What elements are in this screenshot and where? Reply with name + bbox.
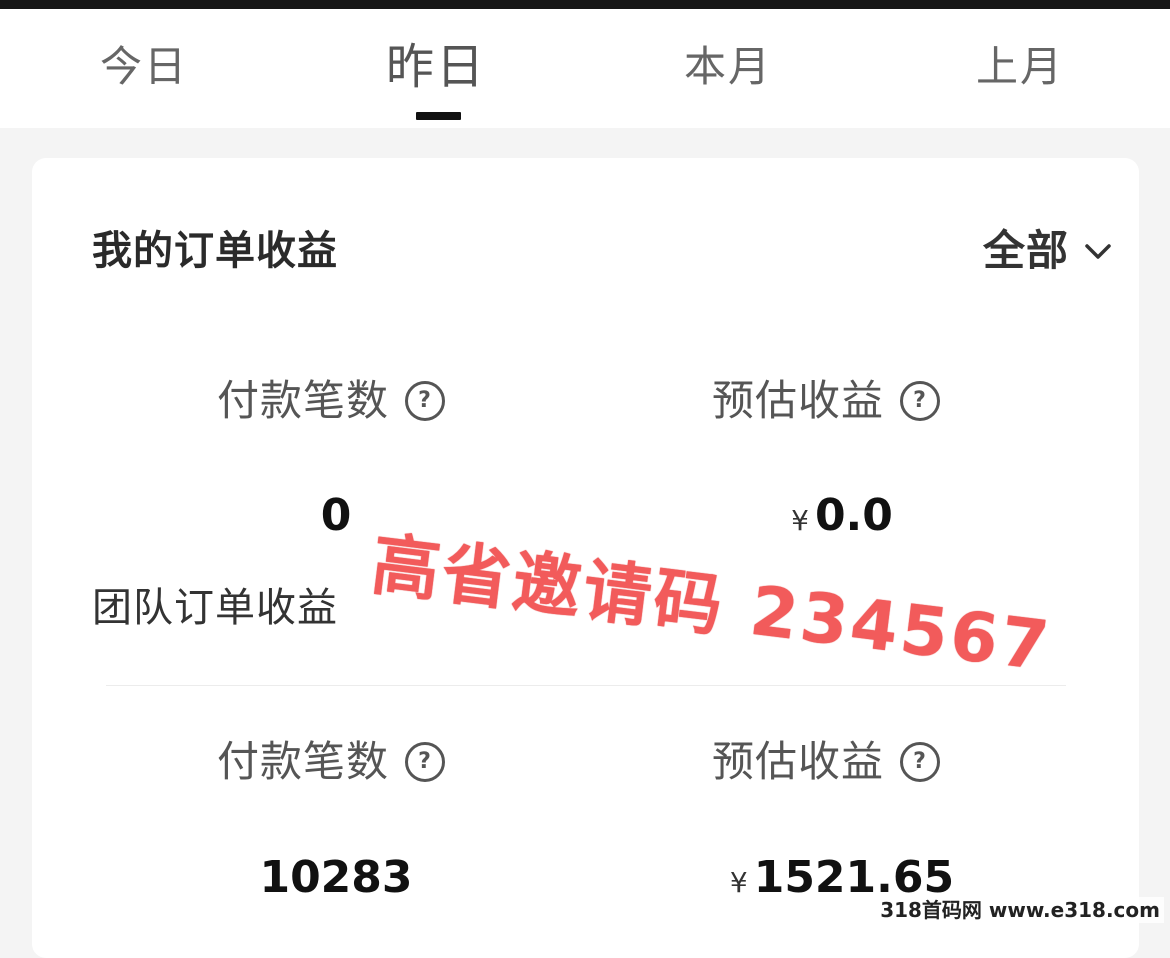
my-orders-title: 我的订单收益 <box>92 228 338 274</box>
period-tabs: 今日 昨日 本月 上月 <box>0 9 1170 128</box>
tab-last-month[interactable]: 上月 <box>920 39 1120 95</box>
my-paid-count-label: 付款笔数 ? <box>217 373 446 429</box>
team-paid-count-value: 10283 <box>259 852 413 903</box>
my-estimated-income-label: 预估收益 ? <box>712 373 941 429</box>
question-circle-icon[interactable]: ? <box>900 742 941 782</box>
chevron-down-icon <box>1085 244 1111 259</box>
tab-yesterday[interactable]: 昨日 <box>336 39 536 95</box>
question-circle-icon[interactable]: ? <box>405 742 446 782</box>
active-tab-indicator <box>416 112 461 120</box>
section-divider <box>106 685 1066 686</box>
question-circle-icon[interactable]: ? <box>405 381 446 421</box>
team-orders-title: 团队订单收益 <box>92 585 338 631</box>
currency-symbol: ¥ <box>791 504 809 537</box>
order-filter-dropdown[interactable]: 全部 <box>983 224 1113 278</box>
question-circle-icon[interactable]: ? <box>900 381 941 421</box>
order-filter-label: 全部 <box>982 226 1069 275</box>
team-paid-count-label: 付款笔数 ? <box>217 734 446 790</box>
tab-today[interactable]: 今日 <box>44 39 244 95</box>
status-bar <box>0 0 1170 9</box>
team-estimated-income-label: 预估收益 ? <box>712 734 941 790</box>
currency-symbol: ¥ <box>729 866 748 899</box>
site-watermark: 318首码网 www.e318.com <box>876 897 1164 923</box>
tab-this-month[interactable]: 本月 <box>628 39 828 95</box>
my-estimated-income-value: ¥0.0 <box>791 490 893 541</box>
